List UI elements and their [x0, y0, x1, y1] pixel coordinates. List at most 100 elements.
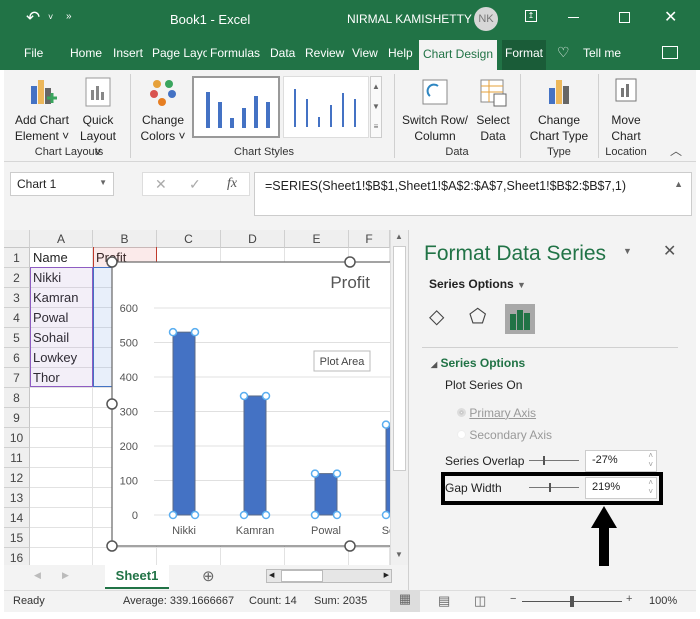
tab-data[interactable]: Data	[270, 46, 295, 60]
tab-chart-design[interactable]: Chart Design	[419, 40, 498, 70]
tab-view[interactable]: View	[352, 46, 378, 60]
avatar[interactable]: NK	[474, 7, 498, 31]
close-pane-icon[interactable]: ✕	[663, 241, 676, 261]
worksheet-grid[interactable]: ABCDEF 12345678910111213141516 NameProfi…	[4, 230, 408, 565]
sheet-tab-sheet1[interactable]: Sheet1	[105, 565, 169, 589]
tab-insert[interactable]: Insert	[113, 46, 143, 60]
divider	[394, 74, 395, 158]
name-box[interactable]: Chart 1 ▼	[10, 172, 114, 196]
add-chart-element-button[interactable]: Add Chart Element ˅	[12, 76, 72, 144]
formula-input[interactable]: =SERIES(Sheet1!$B$1,Sheet1!$A$2:$A$7,She…	[254, 172, 692, 216]
fill-line-icon[interactable]: ◇	[429, 304, 444, 329]
selection-handle[interactable]	[310, 469, 320, 478]
selection-handle[interactable]	[239, 391, 249, 401]
undo-dropdown-icon[interactable]: ˅	[48, 12, 53, 22]
minimize-icon[interactable]	[568, 17, 579, 18]
tab-home[interactable]: Home	[70, 46, 102, 60]
series-overlap-slider[interactable]	[529, 456, 579, 465]
prev-sheet-icon[interactable]: ◀	[34, 570, 41, 581]
slider-thumb[interactable]	[543, 456, 545, 465]
add-sheet-icon[interactable]: ⊕	[202, 567, 215, 585]
selection-handle[interactable]	[381, 420, 390, 429]
tab-file[interactable]: File	[24, 46, 43, 60]
comments-icon[interactable]	[662, 46, 678, 59]
gap-width-slider[interactable]	[529, 483, 579, 492]
slider-thumb[interactable]	[549, 483, 551, 492]
selection-handle[interactable]	[261, 510, 271, 520]
spinner-icon[interactable]: ˄ ˅	[648, 478, 653, 496]
horizontal-scrollbar[interactable]: ◀ ▶	[266, 569, 392, 583]
collapse-ribbon-icon[interactable]: ︿	[670, 142, 682, 159]
selection-handle[interactable]	[332, 469, 342, 478]
change-chart-type-button[interactable]: Change Chart Type	[526, 76, 592, 144]
bar-powal[interactable]	[314, 473, 338, 516]
selection-handle[interactable]	[381, 510, 390, 520]
series-options-icon[interactable]	[505, 304, 535, 334]
tab-formulas[interactable]: Formulas	[210, 46, 260, 60]
effects-icon[interactable]: ⬠	[469, 304, 486, 329]
cancel-icon[interactable]: ✕	[155, 173, 167, 195]
customize-toolbar-icon[interactable]: »	[66, 11, 72, 22]
chart-resize-handle[interactable]	[106, 540, 118, 552]
undo-icon[interactable]: ↶	[26, 8, 40, 28]
chart[interactable]: 0 100 200 300 400 500 600 Profit Nikki Kamran Powa…	[4, 230, 390, 565]
chart-style-1[interactable]	[192, 76, 280, 138]
switch-row-column-button[interactable]: Switch Row/ Column	[400, 76, 470, 144]
series-overlap-input[interactable]: -27% ˄ ˅	[585, 450, 657, 472]
scroll-left-icon[interactable]: ◀	[269, 571, 274, 579]
scroll-right-icon[interactable]: ▶	[384, 571, 389, 579]
enter-icon[interactable]: ✓	[189, 173, 201, 195]
maximize-icon[interactable]	[619, 12, 630, 23]
chart-resize-handle[interactable]	[344, 256, 356, 268]
chart-resize-handle[interactable]	[344, 540, 356, 552]
tell-me-search[interactable]: Tell me	[583, 46, 621, 60]
selection-handle[interactable]	[310, 510, 320, 520]
ribbon-display-options-icon[interactable]: ↥	[525, 10, 537, 22]
gap-width-input[interactable]: 219% ˄ ˅	[585, 477, 657, 499]
series-options-section[interactable]: ◢ Series Options	[431, 356, 525, 370]
scroll-down-icon[interactable]: ▼	[395, 550, 403, 559]
tab-page-layout[interactable]: Page Layout	[152, 46, 207, 60]
insert-function-icon[interactable]: fx	[227, 173, 237, 195]
tab-format[interactable]: Format	[502, 40, 547, 70]
slider-thumb[interactable]	[570, 596, 574, 607]
normal-view-icon[interactable]: ▦	[390, 591, 420, 612]
selection-handle[interactable]	[190, 327, 200, 337]
selection-handle[interactable]	[168, 327, 178, 337]
select-data-button[interactable]: Select Data	[472, 76, 514, 144]
selection-handle[interactable]	[239, 510, 249, 520]
page-break-view-icon[interactable]: ◫	[474, 593, 486, 609]
scrollbar-thumb[interactable]	[281, 570, 323, 582]
zoom-slider[interactable]	[522, 596, 622, 607]
selection-handle[interactable]	[332, 510, 342, 520]
chevron-down-icon[interactable]: ▼	[99, 178, 107, 187]
selection-handle[interactable]	[261, 391, 271, 401]
series-options-dropdown[interactable]: Series Options ▼	[429, 277, 526, 291]
tab-help[interactable]: Help	[388, 46, 413, 60]
secondary-axis-radio[interactable]: Secondary Axis	[457, 428, 552, 442]
chart-styles-scroll[interactable]: ▲ ▼ ≡	[370, 76, 382, 138]
selection-handle[interactable]	[190, 510, 200, 520]
scrollbar-thumb[interactable]	[393, 246, 406, 471]
move-chart-button[interactable]: Move Chart	[602, 76, 650, 144]
zoom-level[interactable]: 100%	[649, 595, 677, 607]
chart-resize-handle[interactable]	[106, 256, 118, 268]
pane-options-icon[interactable]: ▼	[623, 246, 632, 256]
next-sheet-icon[interactable]: ▶	[62, 570, 69, 581]
bar-kamran[interactable]	[243, 395, 267, 516]
primary-axis-radio[interactable]: Primary Axis	[457, 406, 536, 420]
zoom-out-icon[interactable]: −	[510, 593, 516, 605]
tab-review[interactable]: Review	[305, 46, 344, 60]
chart-style-2[interactable]	[283, 76, 369, 138]
spinner-icon[interactable]: ˄ ˅	[648, 451, 653, 469]
page-layout-view-icon[interactable]: ▤	[438, 593, 450, 609]
vertical-scrollbar[interactable]: ▲ ▼	[390, 230, 408, 565]
chart-resize-handle[interactable]	[106, 398, 118, 410]
selection-handle[interactable]	[168, 510, 178, 520]
close-icon[interactable]: ✕	[664, 7, 677, 27]
bar-nikki[interactable]	[172, 331, 196, 516]
change-colors-button[interactable]: Change Colors ˅	[138, 76, 188, 144]
collapse-formula-bar-icon[interactable]: ▲	[674, 179, 683, 189]
scroll-up-icon[interactable]: ▲	[395, 232, 403, 241]
zoom-in-icon[interactable]: +	[626, 593, 632, 605]
